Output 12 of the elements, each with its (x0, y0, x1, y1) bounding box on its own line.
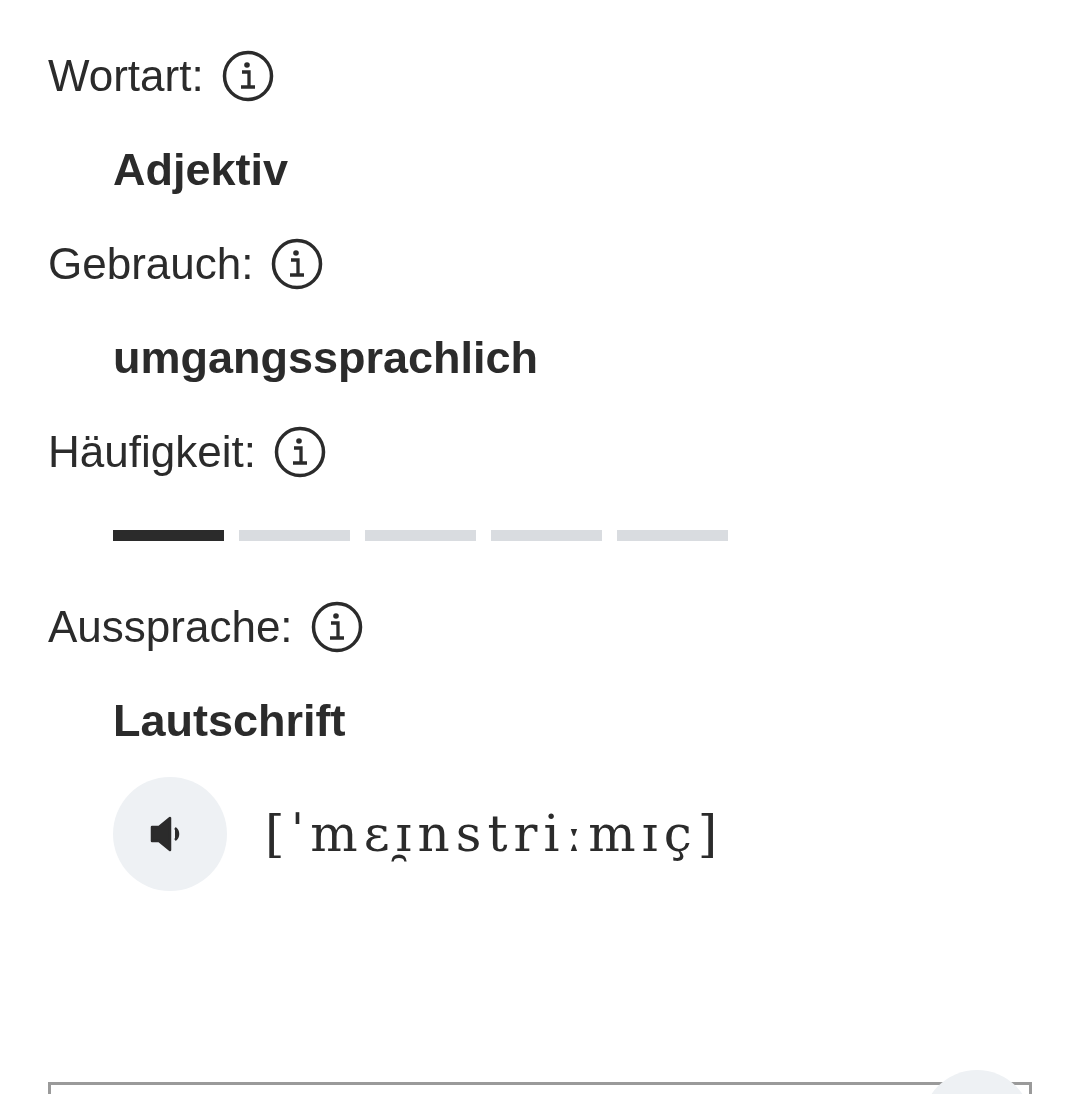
field-label: Gebrauch: (48, 239, 254, 289)
field-label: Aussprache: (48, 602, 293, 652)
info-icon[interactable] (221, 50, 274, 102)
info-icon[interactable] (310, 601, 363, 653)
field-label: Wortart: (48, 51, 204, 101)
phonetic-transcription: [ˈmɛɪ̯nstriːmɪç] (265, 805, 724, 863)
field-value: Adjektiv (113, 143, 290, 197)
field-label: Häufigkeit: (48, 427, 256, 477)
info-icon[interactable] (273, 426, 326, 478)
subheading: Lautschrift (113, 694, 347, 748)
info-icon[interactable] (271, 238, 324, 290)
field-value: umgangssprachlich (113, 331, 540, 385)
